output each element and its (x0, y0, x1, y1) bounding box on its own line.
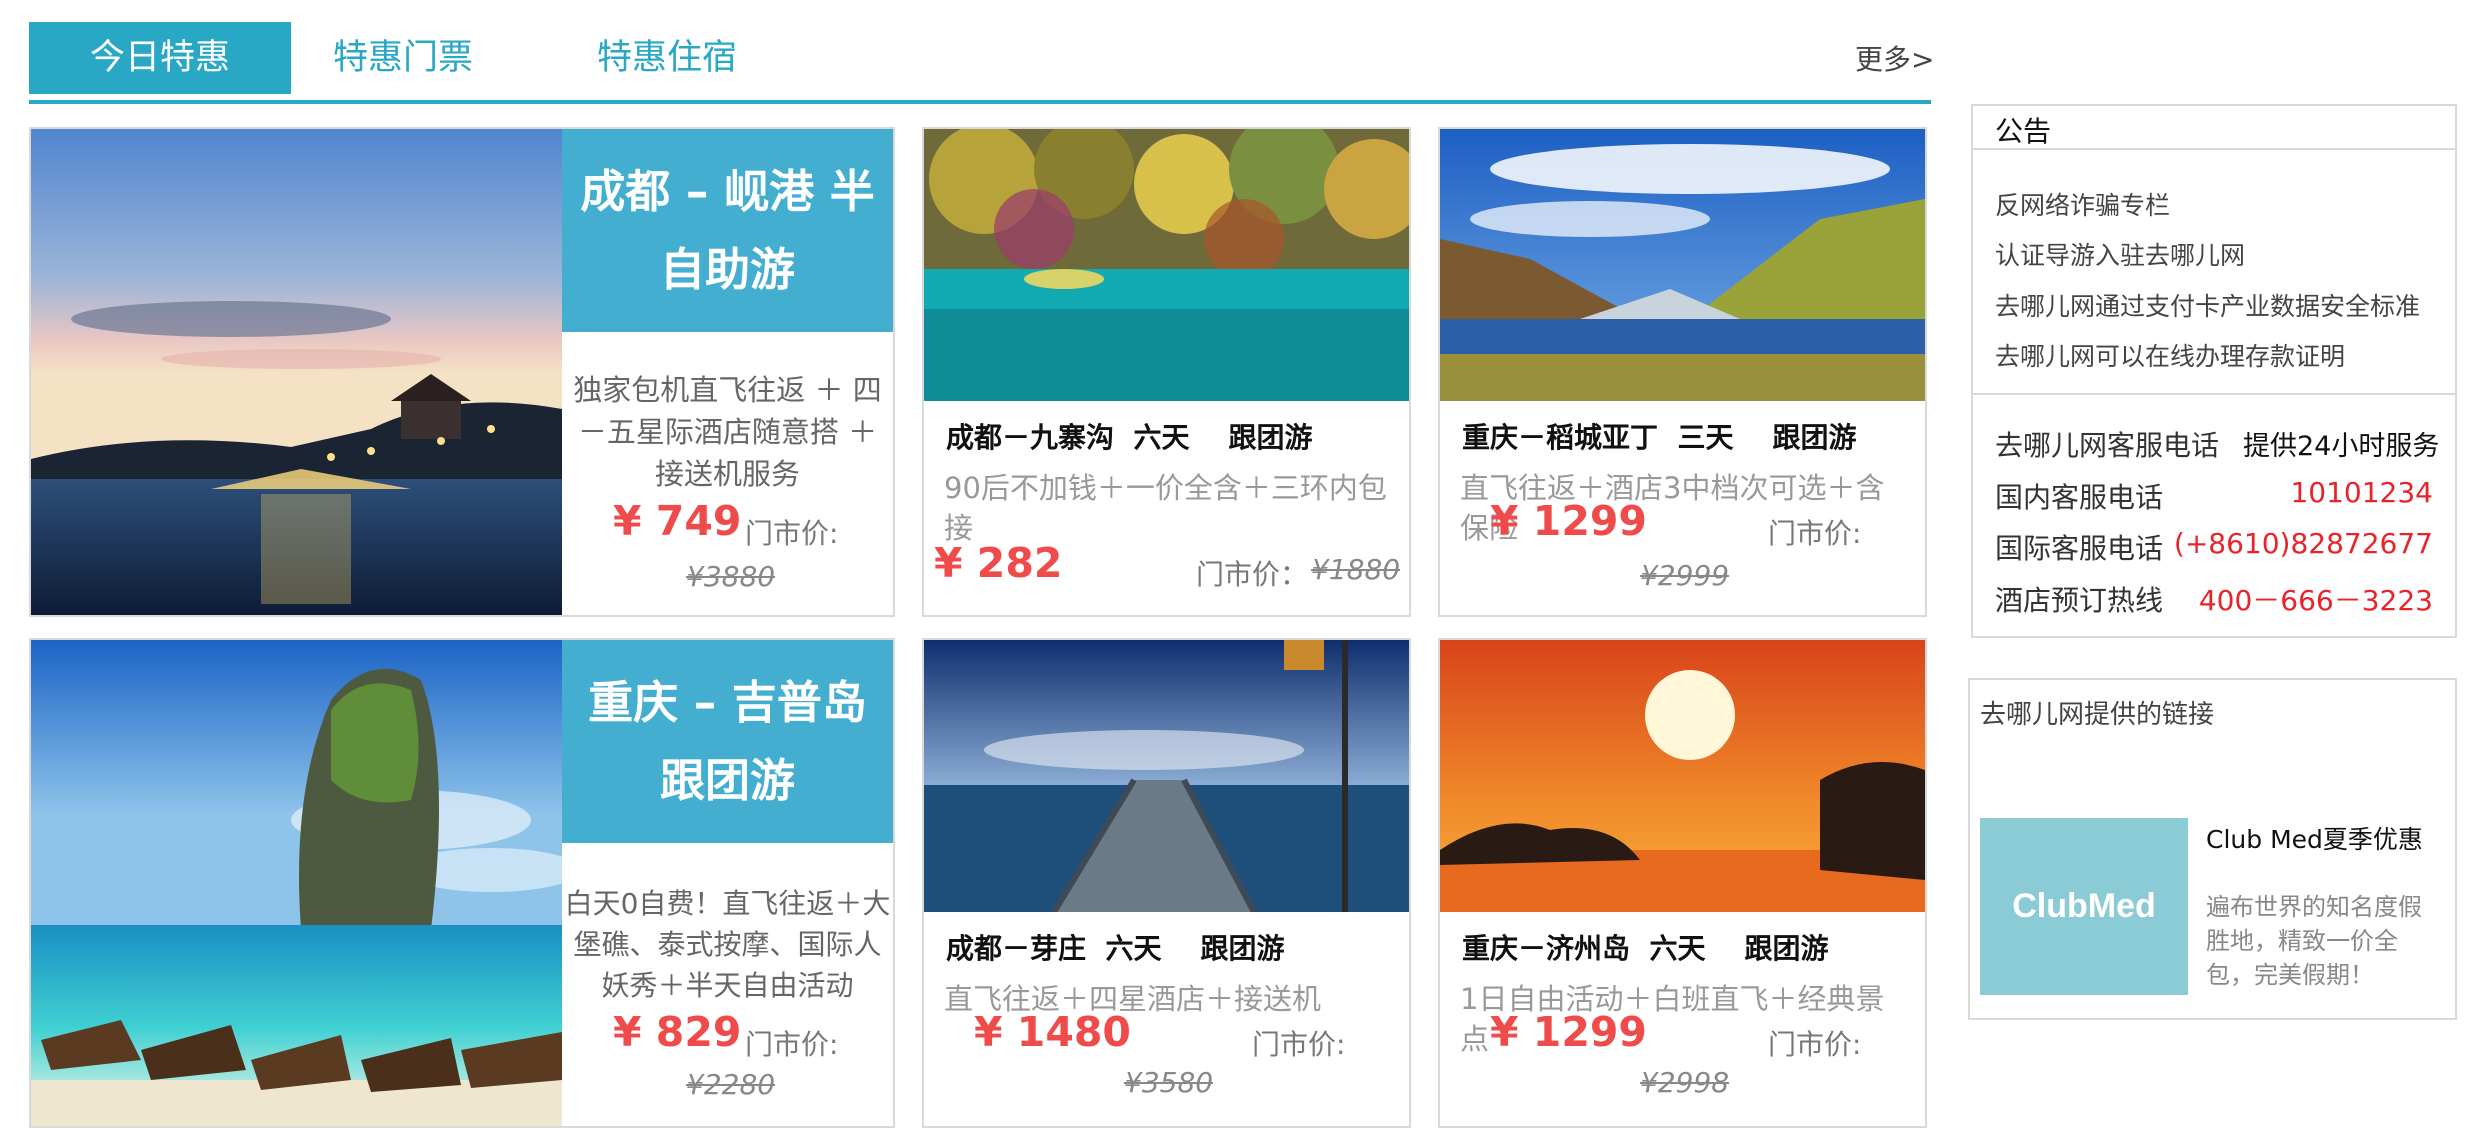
deal-price: ¥ 1299 (1490, 497, 1647, 545)
promo-header: 去哪儿网提供的链接 (1980, 700, 2215, 730)
promo-title[interactable]: Club Med夏季优惠 (2206, 820, 2423, 856)
original-price: ¥2280 (686, 1068, 776, 1101)
market-price-label: 门市价: (1768, 1028, 1862, 1061)
hotline-label: 国际客服电话 (1995, 532, 2164, 565)
deal-card[interactable]: 成都－九寨沟 六天 跟团游 90后不加钱＋一价全含＋三环内包接 ¥ 282 门市… (922, 127, 1411, 617)
photo-jiuzhaigou (924, 129, 1409, 401)
deal-price: ¥ 1480 (974, 1008, 1131, 1056)
deal-price: ¥ 749 (613, 497, 742, 545)
photo-daocheng (1440, 129, 1925, 401)
featured-title: 成都 – 岘港 半自助游 (562, 129, 893, 332)
divider (1973, 393, 2455, 395)
tab-underline (29, 100, 1931, 104)
market-price-label: 门市价: (745, 517, 839, 550)
deal-price: ¥ 829 (613, 1008, 742, 1056)
featured-description: 白天0自费！直飞往返＋大堡礁、泰式按摩、国际人妖秀＋半天自由活动 (564, 887, 891, 1002)
promo-description: 遍布世界的知名度假胜地，精致一价全包，完美假期！ (2206, 893, 2422, 989)
market-price-label: 门市价: (1252, 1028, 1346, 1061)
notice-link[interactable]: 反网络诈骗专栏 (1995, 186, 2170, 222)
deal-title: 成都－芽庄 六天 跟团游 (946, 932, 1285, 965)
market-price-label: 门市价: (1768, 517, 1862, 550)
hotline-note: 提供24小时服务 (2243, 431, 2440, 462)
deal-title: 重庆－稻城亚丁 三天 跟团游 (1462, 421, 1857, 454)
featured-deal-card[interactable]: 成都 – 岘港 半自助游 独家包机直飞往返 ＋ 四－五星际酒店随意搭 ＋ 接送机… (29, 127, 895, 617)
deal-title: 成都－九寨沟 六天 跟团游 (946, 421, 1313, 454)
hotline-label: 去哪儿网客服电话 (1995, 429, 2220, 462)
deal-card[interactable]: 重庆－济州岛 六天 跟团游 1日自由活动＋白班直飞＋经典景点 ¥ 1299 门市… (1438, 638, 1927, 1128)
featured-title-text: 重庆 – 吉普岛 跟团游 (588, 675, 867, 807)
original-price: ¥1880 (1311, 553, 1401, 586)
tab-ticket-deals[interactable]: 特惠门票 (291, 22, 515, 94)
photo-nhatrang (924, 640, 1409, 912)
featured-photo-phuket (31, 640, 562, 1126)
notice-panel: 公告 反网络诈骗专栏 认证导游入驻去哪儿网 去哪儿网通过支付卡产业数据安全标准 … (1971, 104, 2457, 638)
deal-title: 重庆－济州岛 六天 跟团游 (1462, 932, 1829, 965)
featured-photo-danang (31, 129, 562, 615)
deal-card[interactable]: 重庆－稻城亚丁 三天 跟团游 直飞往返＋酒店3中档次可选＋含保险 ¥ 1299 … (1438, 127, 1927, 617)
original-price: ¥3880 (686, 560, 776, 593)
notice-link[interactable]: 认证导游入驻去哪儿网 (1995, 236, 2245, 272)
hotline-label: 国内客服电话 (1995, 481, 2164, 514)
notice-link[interactable]: 去哪儿网通过支付卡产业数据安全标准 (1995, 287, 2420, 323)
featured-title: 重庆 – 吉普岛 跟团游 (562, 640, 893, 843)
hotline-number: 10101234 (2290, 476, 2433, 509)
market-price-label: 门市价: (745, 1028, 839, 1061)
divider (1973, 148, 2455, 150)
deal-price: ¥ 282 (934, 539, 1063, 587)
original-price: ¥2998 (1640, 1066, 1730, 1099)
hotline-number: (+8610)82872677 (2173, 527, 2433, 560)
featured-deal-card[interactable]: 重庆 – 吉普岛 跟团游 白天0自费！直飞往返＋大堡礁、泰式按摩、国际人妖秀＋半… (29, 638, 895, 1128)
deal-card[interactable]: 成都－芽庄 六天 跟团游 直飞往返＋四星酒店＋接送机 ¥ 1480 门市价: ¥… (922, 638, 1411, 1128)
market-price-label: 门市价： (1196, 558, 1309, 591)
photo-jeju (1440, 640, 1925, 912)
featured-title-text: 成都 – 岘港 半自助游 (580, 164, 875, 296)
hotline-label: 酒店预订热线 (1995, 584, 2164, 617)
notice-link[interactable]: 去哪儿网可以在线办理存款证明 (1995, 337, 2345, 373)
clubmed-logo[interactable]: ClubMed (1980, 818, 2188, 995)
deal-description: 90后不加钱＋一价全含＋三环内包接 (944, 471, 1387, 545)
promo-panel: 去哪儿网提供的链接 ClubMed Club Med夏季优惠 遍布世界的知名度假… (1968, 678, 2457, 1020)
notice-title: 公告 (1995, 115, 2052, 148)
featured-description: 独家包机直飞往返 ＋ 四－五星际酒店随意搭 ＋ 接送机服务 (573, 373, 882, 491)
original-price: ¥3580 (1124, 1066, 1214, 1099)
deal-price: ¥ 1299 (1490, 1008, 1647, 1056)
more-link[interactable]: 更多> (1855, 38, 1934, 78)
original-price: ¥2999 (1640, 559, 1730, 592)
tab-hotel-deals[interactable]: 特惠住宿 (555, 22, 779, 94)
tab-today-deals[interactable]: 今日特惠 (29, 22, 291, 94)
hotline-number: 400－666－3223 (2198, 584, 2433, 617)
clubmed-logo-text: ClubMed (2012, 887, 2156, 925)
